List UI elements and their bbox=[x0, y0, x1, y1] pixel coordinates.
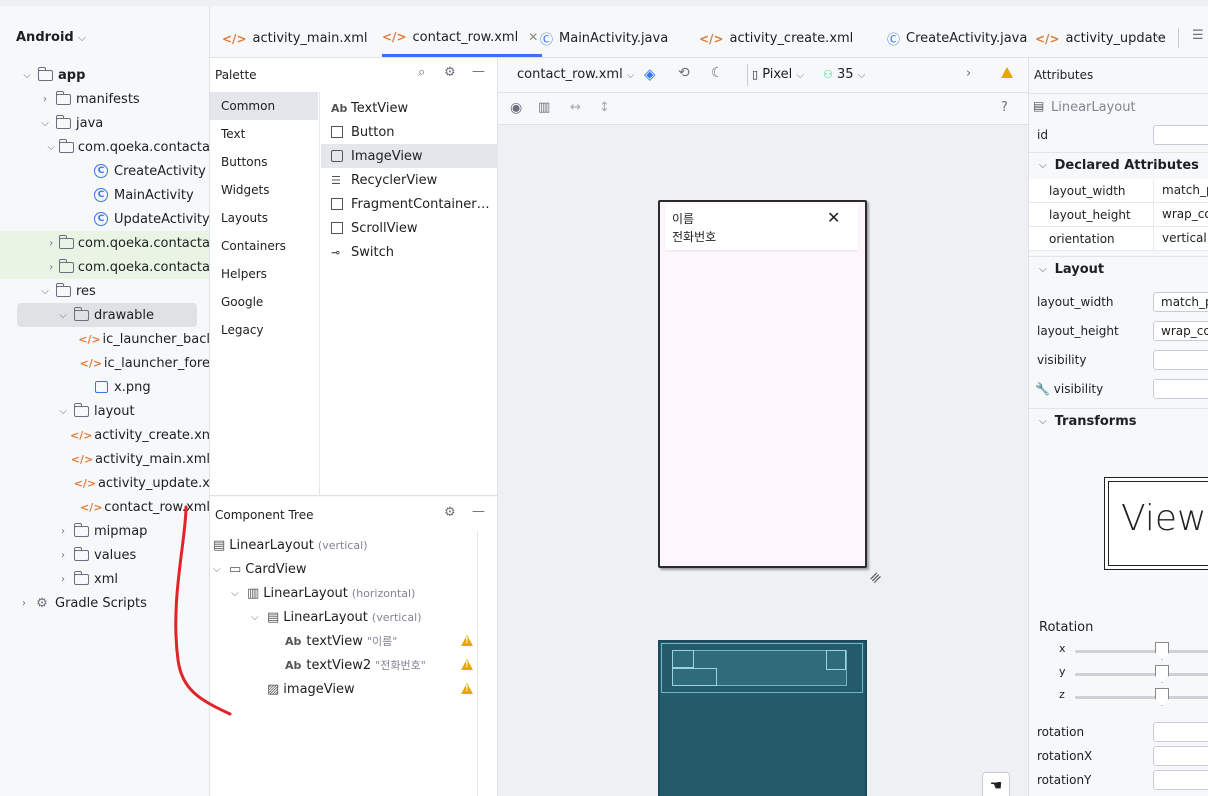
red-annotation-stroke bbox=[174, 505, 232, 716]
android-studio-window: Android ⌵ ⌵ app › manifests ⌵ java ⌵ com.qoeka.c… bbox=[0, 0, 1208, 796]
